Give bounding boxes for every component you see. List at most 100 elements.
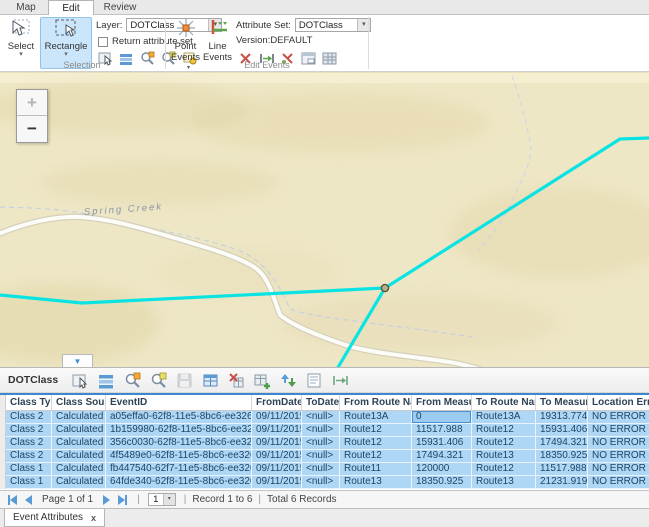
table-cell[interactable]: <null> [302,437,340,449]
table-cell[interactable]: Calculated [52,411,106,423]
map-view[interactable]: Spring Creek + − ▼ [0,72,649,367]
select-dropdown-caret-icon[interactable]: ▾ [19,52,23,57]
table-cell[interactable]: Route12 [472,437,536,449]
table-cell[interactable]: NO ERROR [588,450,649,462]
table-cell[interactable]: Route12 [340,424,412,436]
next-page-button[interactable] [103,495,110,505]
table-row[interactable]: Class 1Calculatedfb447540-62f7-11e5-8bc6… [6,463,649,476]
table-cell[interactable]: Calculated [52,450,106,462]
table-cell[interactable]: Route12 [472,463,536,475]
table-cell[interactable]: 09/11/2015 [252,437,302,449]
delete-records-icon[interactable] [228,372,245,389]
column-header[interactable]: Class Source [52,395,106,410]
column-header[interactable]: EventID [106,395,252,410]
table-cell[interactable]: 18350.925 [412,476,472,488]
table-cell[interactable]: Route13A [340,411,412,423]
previous-page-button[interactable] [25,495,32,505]
tab-event-attributes[interactable]: Event Attributes x [4,509,105,527]
table-cell[interactable]: NO ERROR [588,411,649,423]
table-cell[interactable]: Route13 [472,450,536,462]
append-records-icon[interactable] [254,372,271,389]
select-records-icon[interactable] [72,372,89,389]
table-cell[interactable]: Route12 [472,424,536,436]
table-cell[interactable]: Route12 [340,437,412,449]
table-cell[interactable]: 0 [412,411,472,423]
table-row[interactable]: Class 1Calculated64fde340-62f8-11e5-8bc6… [6,476,649,489]
zoom-to-selected-icon[interactable] [124,372,141,389]
table-cell[interactable]: 120000 [412,463,472,475]
table-cell[interactable]: Route12 [340,450,412,462]
attribute-set-combobox[interactable]: DOTClass ▾ [295,18,371,32]
table-cell[interactable]: 11517.988 [412,424,472,436]
pan-to-selected-icon[interactable] [150,372,167,389]
table-cell[interactable]: 4f5489e0-62f8-11e5-8bc6-ee32641d5ec9 [106,450,252,462]
table-cell[interactable]: 11517.988 [536,463,588,475]
table-cell[interactable]: 15931.406 [412,437,472,449]
table-cell[interactable]: Route13A [472,411,536,423]
table-cell[interactable]: 1b159980-62f8-11e5-8bc6-ee32641d5ec9 [106,424,252,436]
table-cell[interactable]: Class 2 [6,437,52,449]
table-row[interactable]: Class 2Calculateda05effa0-62f8-11e5-8bc6… [6,411,649,424]
table-cell[interactable]: <null> [302,463,340,475]
line-events-button[interactable]: Line Events [202,17,233,65]
column-header[interactable]: FromDate [252,395,302,410]
table-cell[interactable]: <null> [302,450,340,462]
close-tab-icon[interactable]: x [91,513,96,523]
table-cell[interactable]: 356c0030-62f8-11e5-8bc6-ee32641d5ec9 [106,437,252,449]
panel-collapse-button[interactable]: ▼ [62,354,93,367]
column-header[interactable]: To Route Name [472,395,536,410]
table-cell[interactable]: NO ERROR [588,463,649,475]
table-cell[interactable]: 09/11/2015 [252,424,302,436]
table-cell[interactable]: <null> [302,424,340,436]
table-cell[interactable]: 15931.406 [536,424,588,436]
table-row[interactable]: Class 2Calculated1b159980-62f8-11e5-8bc6… [6,424,649,437]
table-cell[interactable]: 17494.321 [536,437,588,449]
table-cell[interactable]: Route13 [340,476,412,488]
save-edits-icon[interactable] [176,372,193,389]
selected-rows-icon[interactable] [98,372,115,389]
tab-edit[interactable]: Edit [48,0,94,15]
table-cell[interactable]: Class 2 [6,424,52,436]
page-number-caret-icon[interactable]: ▾ [163,494,175,505]
table-view-icon[interactable] [202,372,219,389]
tab-map[interactable]: Map [8,0,44,15]
table-cell[interactable]: 64fde340-62f8-11e5-8bc6-ee32641d5ec9 [106,476,252,488]
table-cell[interactable]: Calculated [52,437,106,449]
table-cell[interactable]: Route13 [472,476,536,488]
rectangle-dropdown-caret-icon[interactable]: ▾ [64,52,68,57]
first-page-button[interactable] [8,495,17,505]
column-header[interactable]: To Measure [536,395,588,410]
table-cell[interactable]: Class 1 [6,463,52,475]
table-row[interactable]: Class 2Calculated4f5489e0-62f8-11e5-8bc6… [6,450,649,463]
table-cell[interactable]: NO ERROR [588,476,649,488]
table-cell[interactable]: a05effa0-62f8-11e5-8bc6-ee32641d5ec9 [106,411,252,423]
table-row[interactable]: Class 2Calculated356c0030-62f8-11e5-8bc6… [6,437,649,450]
attributes-window-icon[interactable] [306,372,323,389]
table-cell[interactable]: Calculated [52,476,106,488]
column-header[interactable]: From Measure [412,395,472,410]
table-cell[interactable]: 09/11/2015 [252,450,302,462]
table-cell[interactable]: 21231.919 [536,476,588,488]
measure-range-icon[interactable] [332,372,349,389]
table-cell[interactable]: Calculated [52,424,106,436]
table-cell[interactable]: <null> [302,411,340,423]
table-cell[interactable]: Route11 [340,463,412,475]
zoom-in-button[interactable]: + [17,90,47,116]
column-header[interactable]: Class Type [6,395,52,410]
tab-review[interactable]: Review [98,0,142,15]
column-header[interactable]: ToDate [302,395,340,410]
point-events-button[interactable]: Point Events [170,17,201,65]
table-cell[interactable]: fb447540-62f7-11e5-8bc6-ee32641d5ec9 [106,463,252,475]
table-cell[interactable]: 09/11/2015 [252,476,302,488]
column-header[interactable]: From Route Name [340,395,412,410]
table-cell[interactable]: Class 2 [6,411,52,423]
table-cell[interactable]: 19313.774 [536,411,588,423]
return-attribute-set-checkbox[interactable] [98,37,108,47]
table-cell[interactable]: 09/11/2015 [252,411,302,423]
table-cell[interactable]: Calculated [52,463,106,475]
table-cell[interactable]: 09/11/2015 [252,463,302,475]
table-cell[interactable]: <null> [302,476,340,488]
table-cell[interactable]: 17494.321 [412,450,472,462]
sort-records-icon[interactable] [280,372,297,389]
page-number-combobox[interactable]: 1 ▾ [148,493,176,506]
